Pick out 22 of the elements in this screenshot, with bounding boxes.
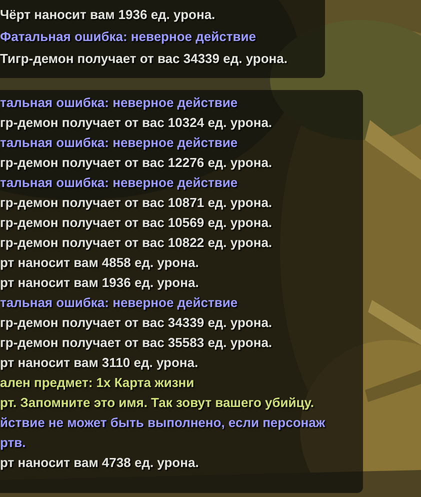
chat-message: гр-демон получает от вас 35583 ед. урона. xyxy=(0,334,272,352)
chat-message: тальная ошибка: неверное действие xyxy=(0,174,238,192)
chat-message: рт наносит вам 1936 ед. урона. xyxy=(0,274,199,292)
chat-message: ален предмет: 1х Карта жизни xyxy=(0,374,194,392)
chat-message: ртв. xyxy=(0,434,26,452)
chat-message: Тигр-демон получает от вас 34339 ед. урона. xyxy=(0,50,288,68)
chat-message: гр-демон получает от вас 10324 ед. урона. xyxy=(0,114,272,132)
chat-message: гр-демон получает от вас 10569 ед. урона. xyxy=(0,214,272,232)
chat-message: гр-демон получает от вас 12276 ед. урона. xyxy=(0,154,272,172)
chat-message: рт. Запомните это имя. Так зовут вашего убийцу. xyxy=(0,394,314,412)
chat-message: тальная ошибка: неверное действие xyxy=(0,94,238,112)
chat-message: рт наносит вам 4858 ед. урона. xyxy=(0,254,199,272)
chat-message: тальная ошибка: неверное действие xyxy=(0,134,238,152)
chat-message: гр-демон получает от вас 34339 ед. урона. xyxy=(0,314,272,332)
chat-message: рт наносит вам 3110 ед. урона. xyxy=(0,354,198,372)
chat-message: рт наносит вам 4738 ед. урона. xyxy=(0,454,199,472)
chat-message: тальная ошибка: неверное действие xyxy=(0,294,238,312)
chat-message: Чёрт наносит вам 1936 ед. урона. xyxy=(0,6,216,24)
chat-message: Фатальная ошибка: неверное действие xyxy=(0,28,256,46)
chat-message: гр-демон получает от вас 10822 ед. урона. xyxy=(0,234,272,252)
chat-message: йствие не может быть выполнено, если персонаж xyxy=(0,414,326,432)
chat-message: гр-демон получает от вас 10871 ед. урона. xyxy=(0,194,272,212)
